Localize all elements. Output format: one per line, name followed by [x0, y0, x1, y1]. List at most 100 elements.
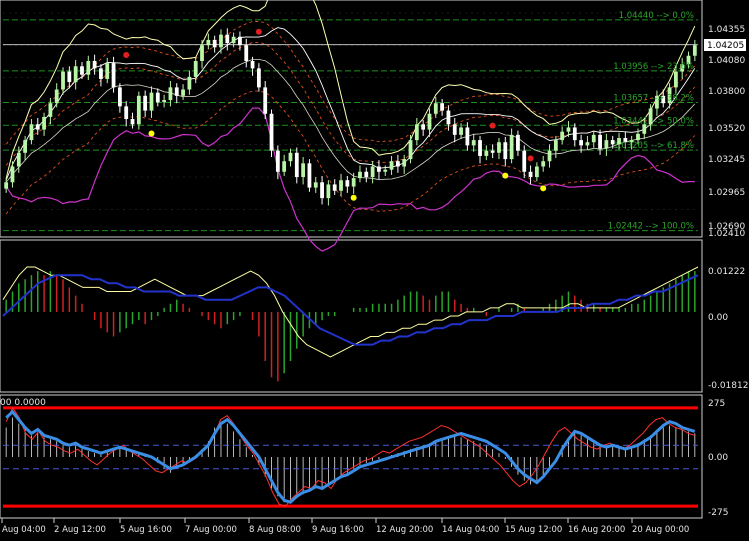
- bull-candle: [10, 166, 15, 183]
- price-panel[interactable]: [0, 0, 703, 238]
- bull-candle: [339, 180, 343, 191]
- bull-candle: [168, 87, 173, 101]
- bull-candle: [181, 89, 185, 96]
- bear-candle: [250, 61, 255, 69]
- bear-candle: [465, 127, 470, 146]
- bull-candle: [73, 66, 78, 83]
- bull-candle: [149, 92, 154, 111]
- fib-level-label: 1.02442 --> 100.0%: [608, 222, 694, 232]
- bull-candle: [692, 45, 697, 56]
- bear-candle: [528, 171, 533, 178]
- bear-candle: [99, 68, 103, 79]
- fractal-down-marker: [502, 172, 509, 179]
- bear-candle: [263, 87, 268, 114]
- bull-candle: [547, 150, 552, 162]
- bull-candle: [560, 131, 565, 141]
- bear-candle: [155, 92, 160, 103]
- fib-level-label: 1.03956 --> 23.6%: [613, 62, 694, 72]
- time-tick-label: Aug 04:00: [2, 525, 46, 535]
- cci-tick-label: 0.00: [708, 453, 728, 463]
- macd-tick-label: 0.00: [708, 313, 728, 323]
- fib-level-label: 1.03657 --> 38.2%: [613, 93, 694, 103]
- bull-candle: [585, 142, 590, 146]
- time-tick-label: 20 Aug 00:00: [632, 525, 689, 535]
- bull-candle: [162, 100, 167, 103]
- price-tick-label: 1.04355: [708, 25, 745, 35]
- bull-candle: [4, 182, 9, 189]
- fractal-down-marker: [148, 130, 155, 137]
- bull-candle: [484, 150, 489, 156]
- macd-panel[interactable]: [0, 239, 703, 393]
- bull-candle: [370, 166, 375, 178]
- bull-candle: [288, 152, 293, 162]
- bear-candle: [256, 68, 261, 88]
- bear-candle: [572, 127, 577, 141]
- bear-candle: [421, 124, 426, 130]
- price-tick-label: 1.04080: [708, 56, 745, 66]
- fib-level-label: 1.04440 --> 0.0%: [619, 11, 694, 21]
- fractal-up-marker: [527, 155, 534, 162]
- bull-candle: [591, 134, 596, 143]
- time-tick-label: 9 Aug 16:00: [312, 525, 364, 535]
- bear-candle: [35, 124, 40, 130]
- cci-panel[interactable]: [0, 394, 703, 519]
- time-tick-label: 5 Aug 16:00: [120, 525, 172, 535]
- bear-candle: [345, 180, 350, 187]
- bull-candle: [541, 161, 546, 167]
- trading-chart[interactable]: 1.04355 1.04080 1.03800 1.03520 1.03245 …: [0, 0, 749, 541]
- bull-candle: [402, 159, 407, 167]
- bull-candle: [16, 152, 21, 167]
- bull-candle: [497, 142, 501, 153]
- bear-candle: [92, 61, 97, 69]
- bear-candle: [364, 171, 369, 178]
- fractal-up-marker: [489, 122, 496, 129]
- time-tick-label: 7 Aug 00:00: [185, 525, 237, 535]
- bull-candle: [54, 89, 59, 104]
- bull-candle: [427, 113, 432, 130]
- bull-candle: [383, 169, 388, 172]
- bear-candle: [124, 106, 129, 120]
- bear-candle: [503, 142, 508, 160]
- bull-candle: [200, 45, 204, 62]
- bear-candle: [143, 95, 148, 111]
- bull-candle: [282, 161, 287, 172]
- bull-candle: [23, 140, 28, 153]
- bear-candle: [130, 119, 135, 125]
- bear-candle: [111, 63, 116, 88]
- bear-candle: [307, 163, 312, 188]
- bull-candle: [553, 140, 558, 151]
- bear-candle: [294, 152, 299, 178]
- bear-candle: [80, 66, 84, 75]
- bull-candle: [136, 95, 141, 125]
- cci-header: 00 0.0000: [0, 398, 46, 408]
- bear-candle: [598, 134, 602, 149]
- bull-candle: [566, 127, 571, 132]
- bear-candle: [225, 34, 230, 44]
- bear-candle: [212, 39, 217, 48]
- bull-candle: [61, 71, 65, 90]
- bull-candle: [471, 140, 476, 146]
- bear-candle: [244, 45, 249, 62]
- bear-candle: [275, 150, 280, 172]
- bear-candle: [579, 140, 584, 146]
- fractal-down-marker: [540, 185, 547, 192]
- price-tick-label: 1.02410: [708, 229, 745, 239]
- bull-candle: [86, 61, 91, 75]
- bull-candle: [408, 140, 413, 160]
- time-tick-label: 15 Aug 12:00: [505, 525, 562, 535]
- fib-level-label: 1.03205 --> 61.8%: [613, 141, 694, 151]
- bull-candle: [459, 127, 463, 135]
- bear-candle: [452, 124, 457, 135]
- time-tick-label: 2 Aug 12:00: [54, 525, 106, 535]
- time-axis: Aug 04:00 2 Aug 12:00 5 Aug 16:00 7 Aug 00:…: [1, 518, 689, 535]
- bull-candle: [351, 178, 356, 187]
- price-tick-label: 1.02965: [708, 188, 745, 198]
- bull-candle: [534, 166, 539, 178]
- bear-candle: [490, 150, 495, 153]
- bull-candle: [313, 182, 318, 188]
- macd-tick-label: -0.01812: [708, 381, 748, 391]
- bull-candle: [433, 103, 438, 114]
- bull-candle: [105, 63, 110, 79]
- bear-candle: [238, 36, 242, 46]
- current-price-label: 1.04205: [707, 41, 744, 51]
